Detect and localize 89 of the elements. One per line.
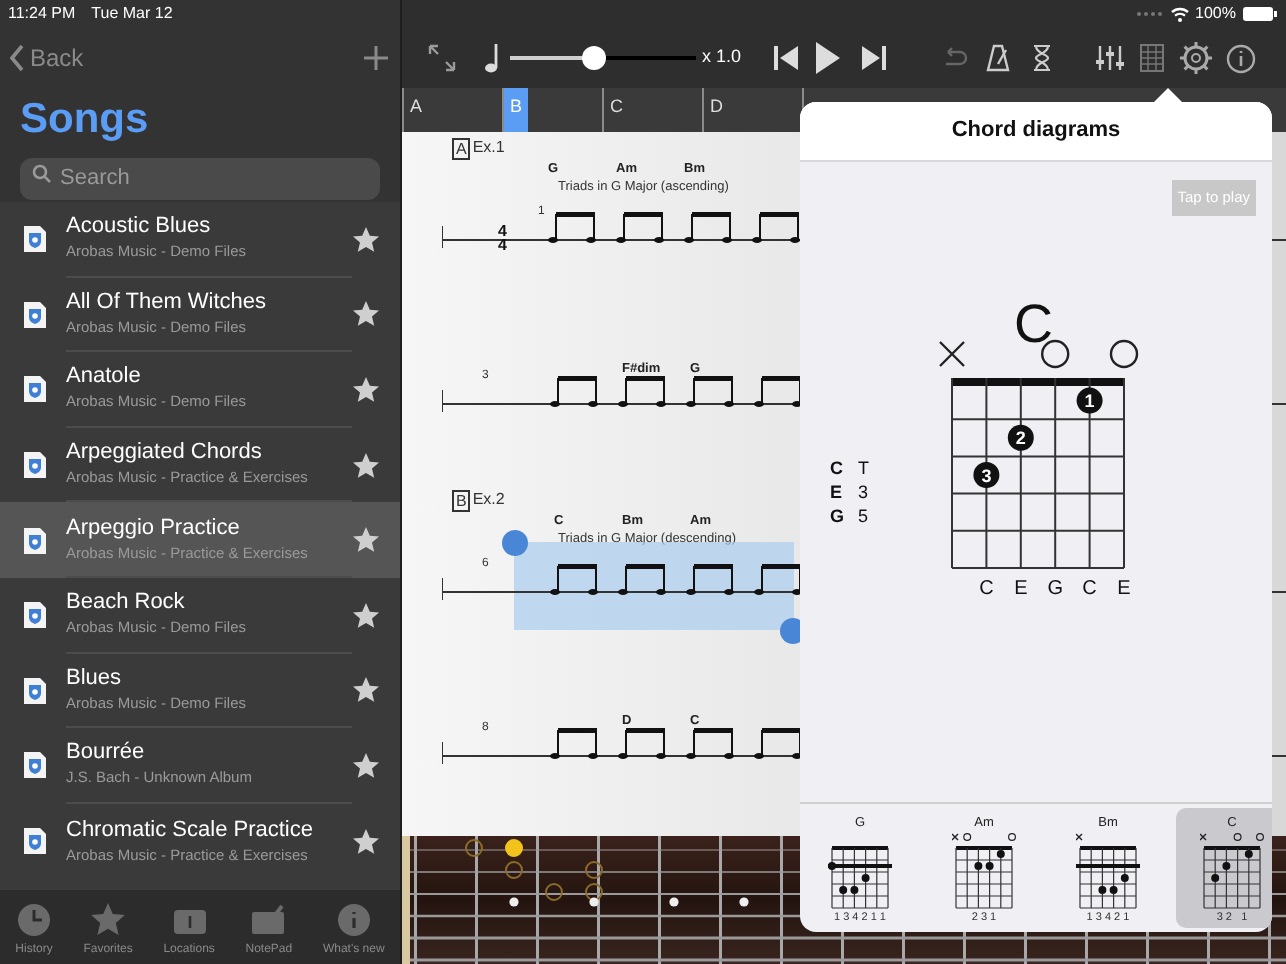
battery-icon [1242, 6, 1278, 22]
muted-string-icon [938, 340, 966, 368]
chord-diagram-drawing [1200, 832, 1264, 912]
star-icon[interactable] [352, 676, 380, 705]
file-icon [22, 525, 48, 556]
finger-dot: 2 [1007, 424, 1034, 451]
file-icon [22, 224, 48, 255]
string-note: C [979, 578, 994, 600]
star-icon[interactable] [352, 526, 380, 555]
open-string-icon [1041, 339, 1070, 369]
finger-dot: 3 [973, 462, 1000, 488]
song-title: All Of Them Witches [66, 289, 269, 316]
pad-icon [250, 902, 287, 938]
skip-back-icon[interactable] [773, 44, 798, 72]
finger-dot: 1 [1076, 387, 1103, 414]
open-string-icon [1109, 339, 1139, 369]
string-note: E [1117, 578, 1131, 600]
clock-icon [16, 902, 52, 938]
file-icon [22, 450, 48, 481]
slider-thumb[interactable] [581, 46, 606, 70]
section-marker[interactable]: A [404, 88, 429, 132]
skip-forward-icon[interactable] [861, 44, 886, 72]
interval-degree: T [858, 456, 869, 480]
song-title: Arpeggio Practice [66, 515, 242, 542]
song-title: Arpeggiated Chords [66, 440, 264, 467]
file-icon [22, 600, 48, 631]
star-icon[interactable] [352, 375, 380, 404]
time-signature: 4 [498, 238, 507, 252]
back-chevron-icon[interactable] [10, 44, 26, 72]
chord-diagram-drawing [952, 832, 1016, 912]
chord-diagram-drawing [1076, 832, 1140, 912]
settings-icon[interactable] [1179, 42, 1212, 74]
section-marker[interactable]: C [604, 88, 629, 132]
interval-note: C [830, 456, 845, 480]
string-note: G [1047, 578, 1063, 600]
back-button[interactable]: Back [10, 40, 84, 76]
search-field[interactable]: Search [20, 157, 380, 199]
selection-handle[interactable] [502, 530, 528, 556]
file-icon [22, 675, 48, 706]
section-box: B [452, 489, 471, 511]
info-icon[interactable] [1225, 43, 1256, 73]
string-note: C [1082, 578, 1097, 600]
play-icon[interactable] [813, 40, 842, 76]
interval-note: E [830, 480, 845, 504]
status-time: 11:24 PM [8, 2, 76, 26]
star-icon[interactable] [352, 451, 380, 480]
interval-degree: 5 [858, 504, 869, 528]
song-title: Acoustic Blues [66, 214, 213, 241]
song-title: Blues [66, 665, 124, 692]
file-icon [22, 299, 48, 330]
star-icon[interactable] [352, 601, 380, 630]
string-note: E [1014, 578, 1028, 600]
speed-slider[interactable] [510, 46, 696, 70]
page-title: Songs [18, 94, 151, 146]
star-icon[interactable] [352, 225, 380, 254]
popover-title: Chord diagrams [951, 116, 1121, 147]
star-icon[interactable] [352, 827, 380, 856]
mixer-icon[interactable] [1095, 44, 1124, 72]
search-icon [32, 163, 52, 183]
song-title: Chromatic Scale Practice [66, 817, 315, 844]
interval-note: G [830, 504, 846, 528]
file-icon [22, 826, 48, 857]
signal-icon [1135, 10, 1164, 18]
selection-highlight[interactable] [514, 542, 794, 630]
section-marker[interactable]: D [704, 88, 729, 132]
section-box: A [452, 137, 471, 159]
status-date: Tue Mar 12 [91, 2, 173, 26]
chord-title: C [1014, 294, 1053, 354]
metronome-icon[interactable] [985, 44, 1010, 72]
file-icon [22, 374, 48, 405]
add-icon[interactable] [362, 44, 390, 72]
star-icon [90, 902, 127, 938]
star-icon[interactable] [352, 751, 380, 780]
hourglass-icon[interactable] [1031, 44, 1052, 72]
star-icon[interactable] [352, 300, 380, 329]
expand-icon[interactable] [428, 44, 456, 72]
speed-value: x 1.0 [702, 44, 742, 71]
info-icon [335, 902, 372, 938]
song-title: Anatole [66, 364, 143, 391]
song-title: Bourrée [66, 740, 147, 767]
interval-degree: 3 [858, 480, 869, 504]
chord-grid-icon[interactable] [1139, 44, 1164, 72]
file-icon [22, 750, 48, 781]
song-title: Beach Rock [66, 590, 187, 617]
wifi-icon [1169, 6, 1190, 22]
section-name: Ex.2 [472, 488, 505, 512]
section-name: Ex.1 [472, 136, 505, 160]
time-signature: 4 [498, 224, 507, 238]
battery-level: 100% [1195, 2, 1236, 26]
